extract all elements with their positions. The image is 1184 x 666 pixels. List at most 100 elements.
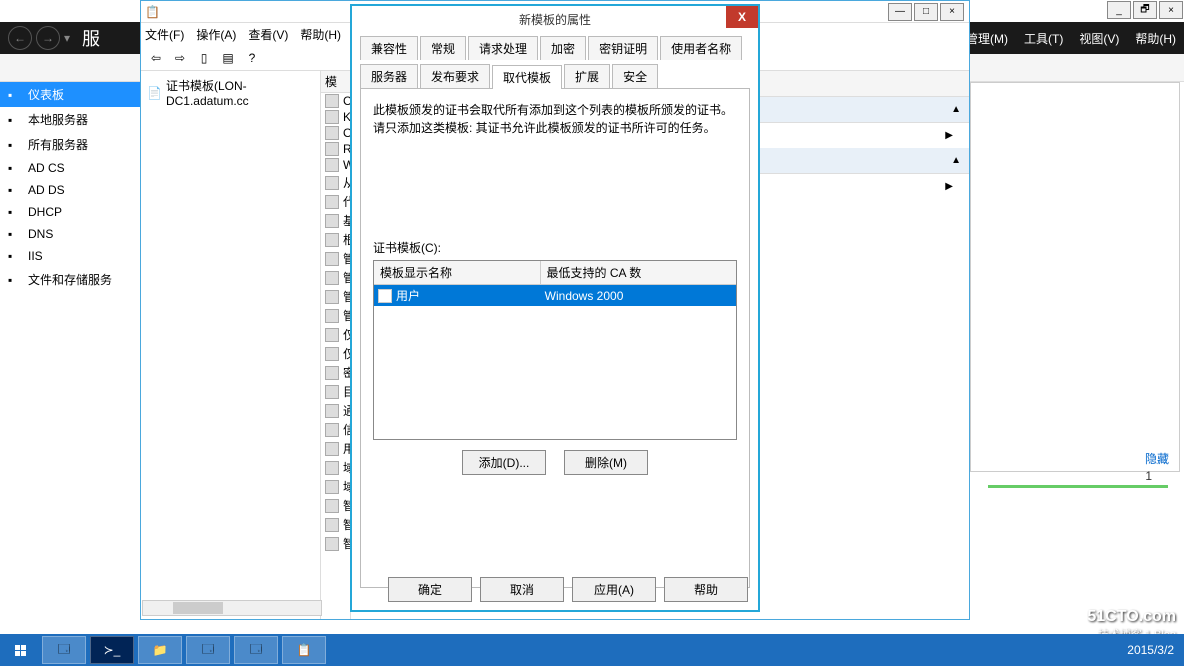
mmc-min-button[interactable]: — [888, 3, 912, 21]
list-item[interactable]: K [321, 109, 350, 125]
list-item[interactable]: 密 [321, 363, 350, 382]
task-server-manager[interactable]: 🗔 [42, 636, 86, 664]
sidebar-item-文件和存储服务[interactable]: ▪文件和存储服务 [0, 267, 140, 292]
tree-node-templates[interactable]: 📄 证书模板(LON-DC1.adatum.cc [145, 75, 316, 110]
list-item[interactable]: 通 [321, 401, 350, 420]
mmc-menu-help[interactable]: 帮助(H) [300, 26, 341, 43]
mmc-max-button[interactable]: □ [914, 3, 938, 21]
toolbar-up-icon[interactable]: ▯ [193, 47, 215, 69]
adcs-icon: ▪ [8, 161, 22, 175]
tab-扩展[interactable]: 扩展 [564, 64, 610, 88]
help-button[interactable]: 帮助 [664, 577, 748, 602]
menu-help[interactable]: 帮助(H) [1135, 30, 1176, 47]
outer-restore-button[interactable]: 🗗 [1133, 1, 1157, 19]
sidebar-item-AD CS[interactable]: ▪AD CS [0, 157, 140, 179]
mmc-menu-file[interactable]: 文件(F) [145, 26, 184, 43]
menu-tools[interactable]: 工具(T) [1024, 30, 1063, 47]
task-explorer[interactable]: 📁 [138, 636, 182, 664]
list-item[interactable]: 基 [321, 211, 350, 230]
ok-button[interactable]: 确定 [388, 577, 472, 602]
list-item[interactable]: W [321, 157, 350, 173]
sidebar-item-DHCP[interactable]: ▪DHCP [0, 201, 140, 223]
task-mmc[interactable]: 📋 [282, 636, 326, 664]
sidebar-item-仪表板[interactable]: ▪仪表板 [0, 82, 140, 107]
add-button[interactable]: 添加(D)... [462, 450, 546, 475]
tab-加密[interactable]: 加密 [540, 36, 586, 60]
mmc-tree: 📄 证书模板(LON-DC1.adatum.cc [141, 71, 321, 619]
menu-view[interactable]: 视图(V) [1079, 30, 1119, 47]
tab-description: 此模板颁发的证书会取代所有添加到这个列表的模板所颁发的证书。请只添加这类模板: … [373, 101, 737, 137]
start-button[interactable] [0, 634, 40, 666]
list-item[interactable]: R [321, 141, 350, 157]
list-item[interactable]: 管 [321, 287, 350, 306]
mmc-close-button[interactable]: × [940, 3, 964, 21]
mmc-menu-action[interactable]: 操作(A) [196, 26, 236, 43]
outer-close-button[interactable]: × [1159, 1, 1183, 19]
apply-button[interactable]: 应用(A) [572, 577, 656, 602]
list-item[interactable]: 智 [321, 515, 350, 534]
list-item[interactable]: 仅 [321, 344, 350, 363]
list-item[interactable]: 智 [321, 496, 350, 515]
nav-back-icon[interactable]: ← [8, 26, 32, 50]
toolbar-list-icon[interactable]: ▤ [217, 47, 239, 69]
outer-min-button[interactable]: _ [1107, 1, 1131, 19]
list-item[interactable]: 仅 [321, 325, 350, 344]
list-item[interactable]: 根 [321, 230, 350, 249]
template-row-ca: Windows 2000 [545, 289, 732, 303]
list-item[interactable]: 管 [321, 306, 350, 325]
list-item[interactable]: 管 [321, 268, 350, 287]
dialog-close-button[interactable]: X [726, 6, 758, 28]
task-app-1[interactable]: 🗔 [186, 636, 230, 664]
tab-使用者名称[interactable]: 使用者名称 [660, 36, 742, 60]
task-powershell[interactable]: ≻_ [90, 636, 134, 664]
list-item[interactable]: 信 [321, 420, 350, 439]
menu-manage[interactable]: 管理(M) [966, 30, 1008, 47]
servers-icon: ▪ [8, 138, 22, 152]
sidebar-item-DNS[interactable]: ▪DNS [0, 223, 140, 245]
taskbar-clock[interactable]: 2015/3/2 [1117, 643, 1184, 657]
list-item[interactable]: 目 [321, 382, 350, 401]
list-item[interactable]: 从 [321, 173, 350, 192]
tab-密钥证明[interactable]: 密钥证明 [588, 36, 658, 60]
sidebar-item-AD DS[interactable]: ▪AD DS [0, 179, 140, 201]
tabs-row-2: 服务器发布要求取代模板扩展安全 [352, 60, 758, 88]
toolbar-back-icon[interactable]: ⇦ [145, 47, 167, 69]
mmc-menu-view[interactable]: 查看(V) [248, 26, 288, 43]
sidebar-item-IIS[interactable]: ▪IIS [0, 245, 140, 267]
dns-icon: ▪ [8, 227, 22, 241]
list-item[interactable]: 管 [321, 249, 350, 268]
tab-兼容性[interactable]: 兼容性 [360, 36, 418, 60]
tab-安全[interactable]: 安全 [612, 64, 658, 88]
toolbar-help-icon[interactable]: ? [241, 47, 263, 69]
tab-发布要求[interactable]: 发布要求 [420, 64, 490, 88]
right-panel: 隐藏 [970, 82, 1180, 472]
tab-请求处理[interactable]: 请求处理 [468, 36, 538, 60]
tab-服务器[interactable]: 服务器 [360, 64, 418, 88]
header-menu: 管理(M) 工具(T) 视图(V) 帮助(H) [966, 30, 1176, 47]
remove-button[interactable]: 删除(M) [564, 450, 648, 475]
list-item[interactable]: O [321, 125, 350, 141]
list-item[interactable]: 域 [321, 458, 350, 477]
sidebar-item-所有服务器[interactable]: ▪所有服务器 [0, 132, 140, 157]
nav-fwd-icon[interactable]: → [36, 26, 60, 50]
list-item[interactable]: 用 [321, 439, 350, 458]
list-header-name[interactable]: 模 [321, 71, 350, 93]
list-item[interactable]: C [321, 93, 350, 109]
task-app-2[interactable]: 🗔 [234, 636, 278, 664]
list-item[interactable]: 域 [321, 477, 350, 496]
templates-list[interactable]: 模板显示名称 最低支持的 CA 数 用户 Windows 2000 [373, 260, 737, 440]
tab-取代模板[interactable]: 取代模板 [492, 65, 562, 89]
tab-常规[interactable]: 常规 [420, 36, 466, 60]
col-template-name[interactable]: 模板显示名称 [374, 261, 541, 284]
sidebar-item-本地服务器[interactable]: ▪本地服务器 [0, 107, 140, 132]
list-item[interactable]: 代 [321, 192, 350, 211]
tree-hscrollbar[interactable] [142, 600, 322, 616]
cancel-button[interactable]: 取消 [480, 577, 564, 602]
col-min-ca[interactable]: 最低支持的 CA 数 [541, 261, 736, 284]
template-row[interactable]: 用户 Windows 2000 [374, 285, 736, 306]
storage-icon: ▪ [8, 273, 22, 287]
list-item[interactable]: 智 [321, 534, 350, 553]
sidebar-item-label: DHCP [28, 205, 62, 219]
sidebar-item-label: 仪表板 [28, 86, 64, 103]
toolbar-fwd-icon[interactable]: ⇨ [169, 47, 191, 69]
